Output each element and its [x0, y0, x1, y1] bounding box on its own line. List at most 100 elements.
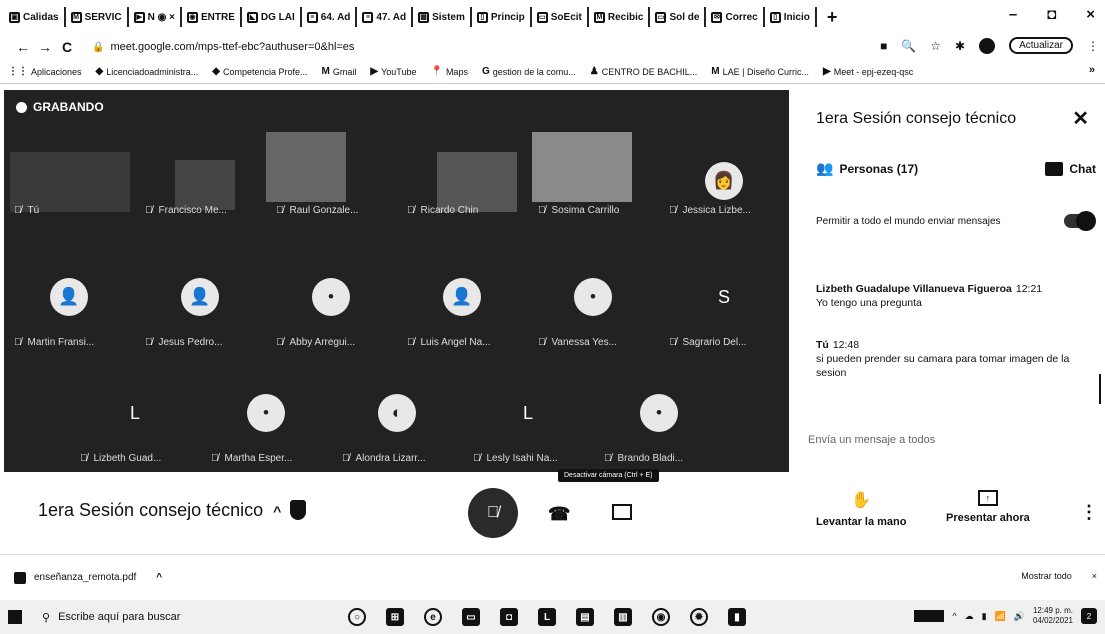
participant-tile[interactable]: • 🎙̸ Martha Esper...: [201, 380, 331, 470]
back-button[interactable]: ←: [12, 39, 34, 55]
host-controls-shield-icon[interactable]: [290, 500, 306, 520]
profile-avatar[interactable]: [979, 37, 996, 54]
chat-scrollbar[interactable]: [1099, 374, 1101, 404]
bookmark-item[interactable]: ◆ Licenciadoadministra...: [96, 66, 199, 77]
browser-tab[interactable]: ▯ Inicio: [765, 7, 817, 27]
new-tab-button[interactable]: +: [817, 7, 848, 28]
chevron-up-icon[interactable]: ^: [156, 572, 162, 583]
participant-tile[interactable]: 👩 🎙̸ Jessica Lizbe...: [659, 132, 789, 222]
message-text: Yo tengo una pregunta: [816, 297, 922, 309]
browser-tab[interactable]: ◣ DG LAI: [242, 7, 302, 27]
url-field[interactable]: meet.google.com/mps-ttef-ebc?authuser=0&…: [110, 41, 354, 53]
browser-tab[interactable]: ▦ Sistem: [413, 7, 472, 27]
tray-app-icon[interactable]: [914, 610, 945, 622]
bookmarks-overflow-button[interactable]: »: [1089, 64, 1095, 76]
browser-menu-icon[interactable]: ⋮: [1087, 39, 1099, 53]
app-icon[interactable]: ▮: [728, 608, 746, 626]
close-panel-button[interactable]: ✕: [1072, 106, 1089, 131]
bookmark-item[interactable]: ▶ Meet - epj-ezeq-qsc: [823, 66, 913, 77]
browser-tab[interactable]: M SERVIC: [66, 7, 129, 27]
participant-tile[interactable]: L 🎙̸ Lesly Isahi Na...: [463, 380, 593, 470]
taskbar-search[interactable]: ⚲ Escribe aquí para buscar: [42, 611, 312, 624]
participant-tile[interactable]: • 🎙̸ Abby Arregui...: [266, 264, 396, 354]
participant-tile[interactable]: 👤 🎙̸ Martin Fransi...: [4, 264, 134, 354]
browser-tab[interactable]: M Recibic: [589, 7, 651, 27]
camera-indicator-icon[interactable]: ■: [880, 39, 887, 53]
taskbar-clock[interactable]: 12:49 p. m. 04/02/2021: [1033, 606, 1073, 626]
app-icon[interactable]: ▥: [614, 608, 632, 626]
onedrive-icon[interactable]: ☁: [965, 611, 974, 622]
browser-tab[interactable]: ▯ Princip: [472, 7, 532, 27]
more-options-button[interactable]: ⋮: [1080, 502, 1098, 523]
extensions-icon[interactable]: ✱: [955, 39, 965, 53]
browser-tab[interactable]: ◉ ENTRE: [182, 7, 242, 27]
reload-button[interactable]: C: [56, 39, 78, 55]
camera-toggle-button[interactable]: [612, 504, 632, 520]
participant-tile[interactable]: 🎙̸ Ricardo Chin: [397, 132, 527, 222]
participant-tile[interactable]: 👤 🎙̸ Jesus Pedro...: [135, 264, 265, 354]
minimize-button[interactable]: –: [1009, 6, 1017, 23]
browser-tab[interactable]: ▭ Sol de: [650, 7, 707, 27]
bookmark-item[interactable]: M Gmail: [322, 66, 357, 77]
browser-tab[interactable]: ✉ Correc: [706, 7, 765, 27]
browser-tab[interactable]: ▣ Calidas: [4, 7, 66, 27]
chat-input[interactable]: Envía un mensaje a todos: [808, 434, 935, 446]
participant-tile[interactable]: • 🎙̸ Brando Bladi...: [594, 380, 724, 470]
chrome-icon[interactable]: ◉: [652, 608, 670, 626]
bookmark-item[interactable]: 📍 Maps: [430, 66, 467, 77]
chevron-up-icon[interactable]: ^: [952, 611, 956, 621]
bookmark-item[interactable]: Ggestion de la comu...: [482, 66, 576, 77]
store-icon[interactable]: ◘: [500, 608, 518, 626]
browser-tab[interactable]: ≡ 64. Ad: [302, 7, 358, 27]
show-all-downloads-link[interactable]: Mostrar todo: [1021, 571, 1072, 581]
forward-button[interactable]: →: [34, 39, 56, 55]
meeting-details-button[interactable]: 1era Sesión consejo técnico ^: [38, 500, 281, 521]
microphone-toggle-button[interactable]: 🎙̸: [468, 488, 518, 538]
participant-tile[interactable]: 🎙̸ Sosima Carrillo: [528, 132, 658, 222]
bookmark-item[interactable]: ▶ YouTube: [370, 66, 416, 77]
participant-tile[interactable]: 🎙̸ Francisco Me...: [135, 132, 265, 222]
participant-name-row: 🎙̸ Raul Gonzale...: [276, 205, 358, 216]
settings-gear-icon[interactable]: ✹: [690, 608, 708, 626]
notifications-icon[interactable]: 2: [1081, 608, 1097, 624]
star-icon[interactable]: ☆: [930, 39, 941, 53]
maximize-button[interactable]: ◘: [1047, 6, 1056, 23]
participant-tile[interactable]: 🎙̸ Tú: [4, 132, 134, 222]
browser-tab[interactable]: ≡ 47. Ad: [357, 7, 414, 27]
bookmark-item[interactable]: ◆ Competencia Profe...: [212, 66, 307, 77]
participant-tile[interactable]: 🎙̸ Raul Gonzale...: [266, 132, 396, 222]
edge-icon[interactable]: e: [424, 608, 442, 626]
raise-hand-button[interactable]: ✋ Levantar la mano: [816, 490, 906, 528]
participant-name-row: 🎙̸ Francisco Me...: [145, 205, 227, 216]
zoom-icon[interactable]: 🔍: [901, 39, 916, 53]
present-now-button[interactable]: ↑ Presentar ahora: [946, 490, 1030, 524]
hang-up-button[interactable]: ☎: [548, 504, 570, 525]
windows-start-icon[interactable]: [8, 610, 22, 624]
network-icon[interactable]: 📶: [995, 611, 1006, 622]
close-download-bar-button[interactable]: ×: [1092, 571, 1097, 581]
bookmark-item[interactable]: M LAE | Diseño Curric...: [711, 66, 809, 77]
bookmark-item[interactable]: ⋮⋮ Aplicaciones: [8, 66, 82, 77]
browser-tab-active[interactable]: ▶ N ◉ ×: [129, 7, 182, 27]
participant-tile[interactable]: 👤 🎙̸ Luis Angel Na...: [397, 264, 527, 354]
power-icon[interactable]: ▮: [982, 611, 987, 622]
participant-tile[interactable]: ◐ 🎙̸ Alondra Lizarr...: [332, 380, 462, 470]
app-icon[interactable]: ▤: [576, 608, 594, 626]
close-window-button[interactable]: ×: [1086, 6, 1095, 23]
cortana-icon[interactable]: ○: [348, 608, 366, 626]
browser-tab[interactable]: ▭ SoEcit: [532, 7, 589, 27]
tab-people[interactable]: 👥 Personas (17): [816, 160, 918, 177]
participant-tile[interactable]: S 🎙̸ Sagrario Del...: [659, 264, 789, 354]
volume-icon[interactable]: 🔊: [1014, 611, 1025, 622]
tab-chat[interactable]: Chat: [1045, 160, 1096, 177]
allow-messages-toggle[interactable]: [1064, 211, 1096, 231]
apps-icon: ⋮⋮: [8, 66, 28, 77]
task-view-icon[interactable]: ⊞: [386, 608, 404, 626]
participant-tile[interactable]: • 🎙̸ Vanessa Yes...: [528, 264, 658, 354]
app-l-icon[interactable]: L: [538, 608, 556, 626]
bookmark-item[interactable]: ♟ CENTRO DE BACHIL...: [590, 66, 697, 77]
file-explorer-icon[interactable]: ▭: [462, 608, 480, 626]
update-button[interactable]: Actualizar: [1009, 37, 1073, 54]
participant-tile[interactable]: L 🎙̸ Lizbeth Guad...: [70, 380, 200, 470]
download-file-name[interactable]: enseñanza_remota.pdf: [34, 572, 136, 583]
